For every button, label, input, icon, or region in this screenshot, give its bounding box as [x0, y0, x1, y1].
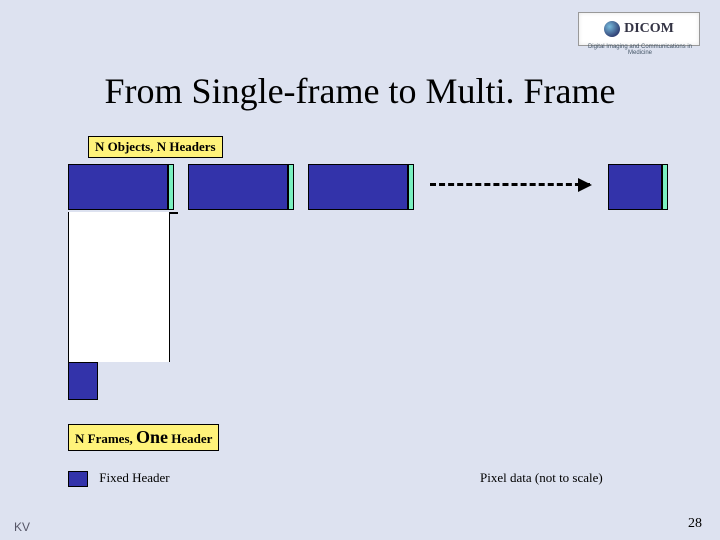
multiframe-frame	[68, 362, 98, 400]
legend-fixed-header: Fixed Header	[68, 470, 170, 487]
object-pixeldata	[288, 164, 294, 210]
object-pixeldata	[662, 164, 668, 210]
bottom-label-suffix: Header	[168, 431, 212, 446]
legend-pixel-data: Pixel data (not to scale)	[480, 470, 603, 486]
author-initials: KV	[14, 520, 30, 534]
ellipsis-arrow	[430, 183, 590, 186]
object-header	[188, 164, 288, 210]
object-pixeldata	[168, 164, 174, 210]
top-label: N Objects, N Headers	[88, 136, 223, 158]
slide: DICOM Digital Imaging and Communications…	[0, 0, 720, 540]
multiframe-body	[68, 212, 170, 362]
header-swatch-icon	[68, 471, 88, 487]
legend-fixed-header-text: Fixed Header	[99, 470, 169, 485]
globe-icon	[604, 21, 620, 37]
object-header	[68, 164, 168, 210]
object-header	[308, 164, 408, 210]
bottom-label-prefix: N Frames,	[75, 431, 136, 446]
bottom-label-emph: One	[136, 427, 168, 447]
page-number: 28	[688, 516, 702, 532]
dicom-logo: DICOM	[578, 12, 700, 46]
legend-pixel-data-text: Pixel data (not to scale)	[480, 470, 603, 485]
bottom-label: N Frames, One Header	[68, 424, 219, 451]
slide-title: From Single-frame to Multi. Frame	[0, 70, 720, 112]
logo-tagline: Digital Imaging and Communications in Me…	[580, 44, 700, 56]
object-pixeldata	[408, 164, 414, 210]
logo-text: DICOM	[624, 21, 674, 37]
object-header	[608, 164, 662, 210]
